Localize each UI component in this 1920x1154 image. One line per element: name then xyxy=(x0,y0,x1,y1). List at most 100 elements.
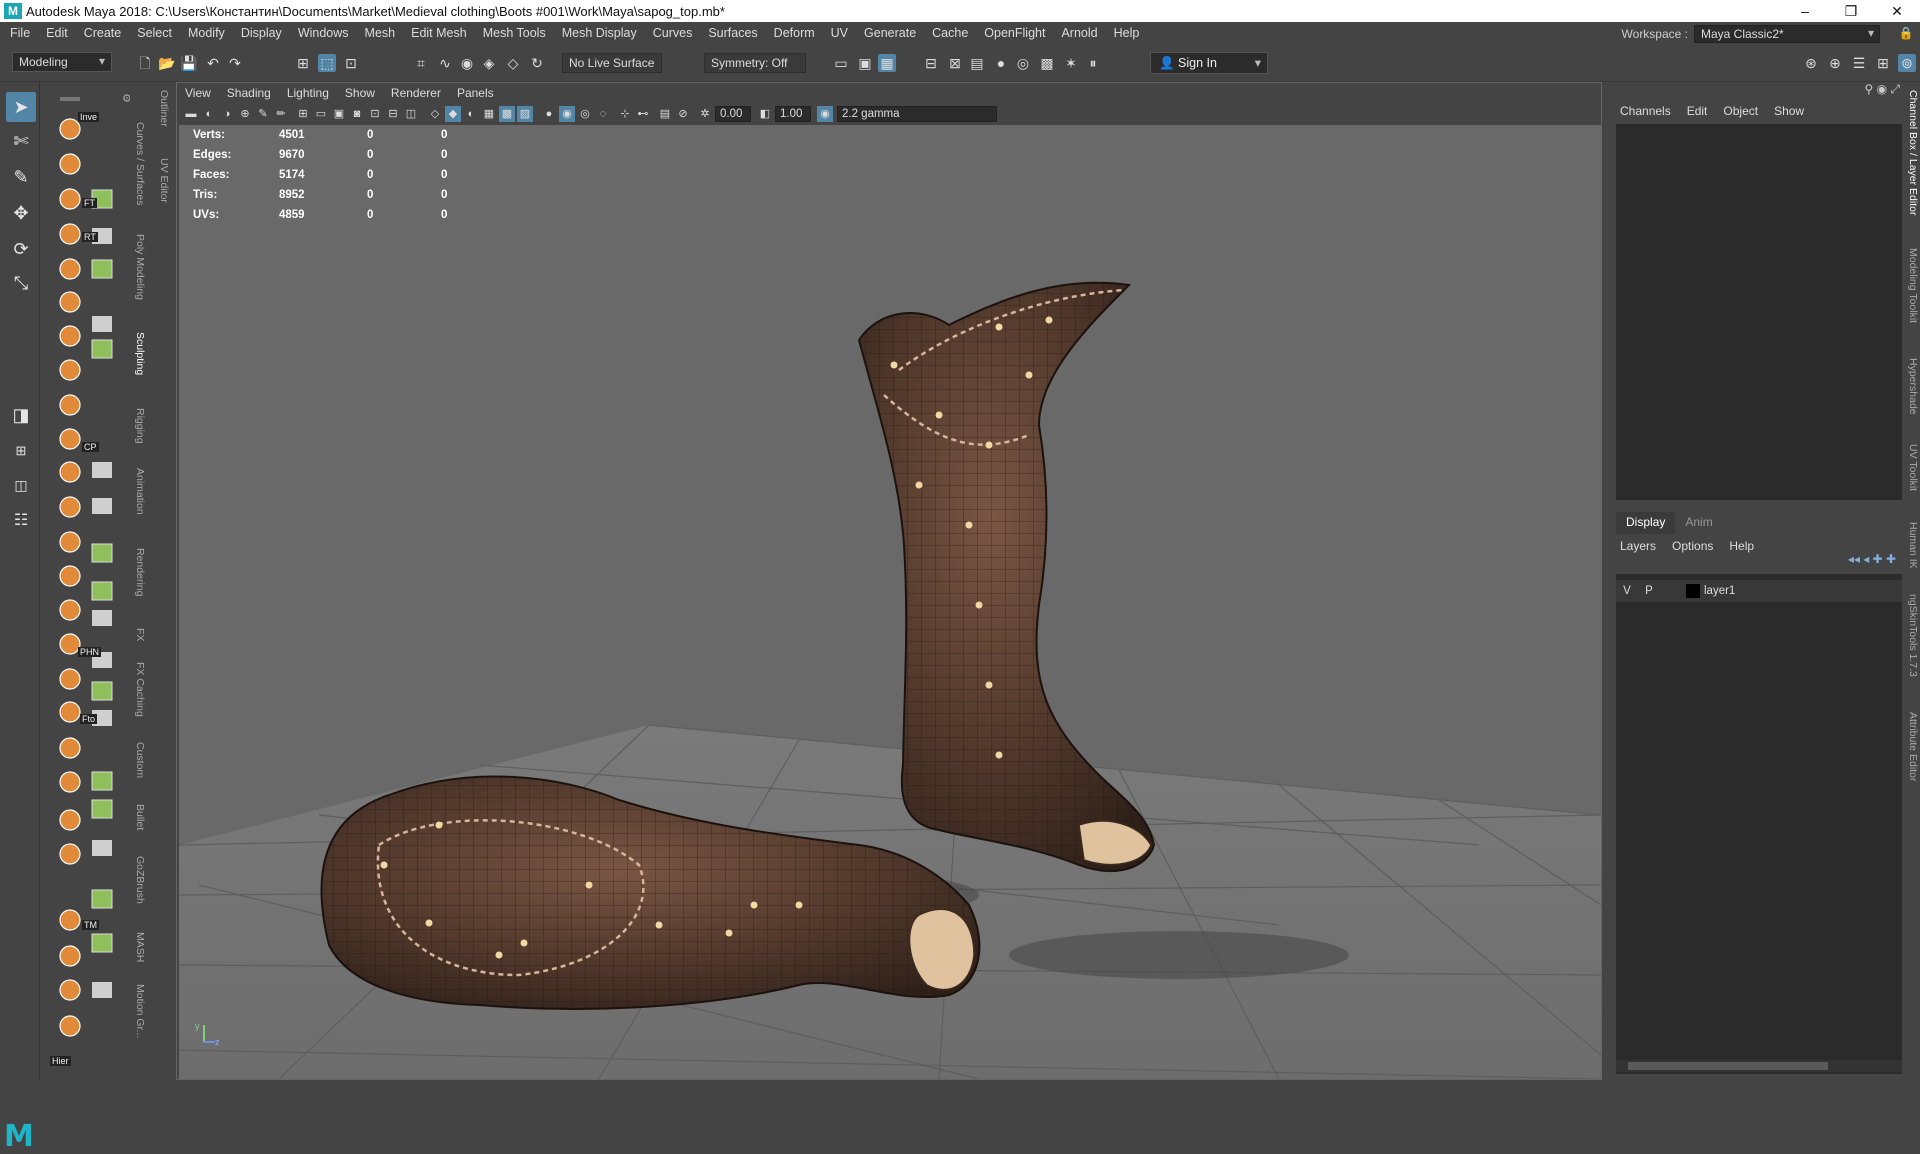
scale-tool-icon[interactable]: ⤡ xyxy=(6,268,36,298)
shelf-tab-gozbrush[interactable]: GoZBrush xyxy=(132,856,146,904)
tab-attribute-editor[interactable]: Attribute Editor xyxy=(1905,712,1919,781)
light-icon[interactable]: ✶ xyxy=(1062,54,1080,72)
redo-icon[interactable]: ↷ xyxy=(226,54,244,72)
layer-visibility-toggle[interactable]: V xyxy=(1616,585,1638,597)
color-management-icon[interactable]: ◉ xyxy=(817,106,833,122)
menu-mesh-display[interactable]: Mesh Display xyxy=(554,26,645,40)
render-current-icon[interactable]: ⊠ xyxy=(946,54,964,72)
gate-mask-icon[interactable]: ◙ xyxy=(349,106,365,122)
channel-box-menu-object[interactable]: Object xyxy=(1715,104,1766,118)
menu-deform[interactable]: Deform xyxy=(766,26,823,40)
tab-outliner[interactable]: Outliner xyxy=(156,90,170,127)
shelf-tab-custom[interactable]: Custom xyxy=(132,742,146,778)
viewport-menu-panels[interactable]: Panels xyxy=(449,86,502,100)
shelf-tab-sculpting[interactable]: Sculpting xyxy=(132,332,146,375)
gamma-icon[interactable]: ◧ xyxy=(757,106,773,122)
smooth-shade-icon[interactable]: ◆ xyxy=(445,106,461,122)
layer-menu-options[interactable]: Options xyxy=(1664,539,1721,553)
ipr-render-icon[interactable]: ▤ xyxy=(968,54,986,72)
default-lighting-icon[interactable]: ◐ xyxy=(463,106,479,122)
2d-pan-zoom-icon[interactable]: ✎ xyxy=(255,106,271,122)
layer-playback-toggle[interactable]: P xyxy=(1638,585,1660,597)
lock-icon[interactable]: 🔒 xyxy=(1898,26,1914,42)
menu-help[interactable]: Help xyxy=(1106,26,1148,40)
menu-set-dropdown[interactable]: Modeling xyxy=(12,52,112,72)
layer-arrange-icons[interactable]: ◂◂ ◂ ✚ ✚ xyxy=(1848,552,1896,566)
move-tool-icon[interactable]: ✥ xyxy=(6,198,36,228)
snap-point-icon[interactable]: ◉ xyxy=(458,54,476,72)
render-settings-icon[interactable]: ▦ xyxy=(878,54,896,72)
arnold-render-icon[interactable]: ◎ xyxy=(1014,54,1032,72)
grease-pencil-icon[interactable]: ✏ xyxy=(273,106,289,122)
safe-title-icon[interactable]: ◫ xyxy=(403,106,419,122)
lasso-tool-icon[interactable]: ✄ xyxy=(6,126,36,156)
construction-history-icon[interactable]: ▭ xyxy=(832,54,850,72)
shelf-tab-fx[interactable]: FX xyxy=(132,628,146,641)
camera-mirror-icon[interactable]: ⊘ xyxy=(675,106,691,122)
shelf-tab-curves-surfaces[interactable]: Curves / Surfaces xyxy=(132,122,146,205)
isolate-select-icon[interactable]: ⊹ xyxy=(617,106,633,122)
viewport-menu-show[interactable]: Show xyxy=(337,86,383,100)
tab-uv-toolkit[interactable]: UV Toolkit xyxy=(1905,444,1919,491)
menu-modify[interactable]: Modify xyxy=(180,26,233,40)
layer-name[interactable]: layer1 xyxy=(1704,585,1735,597)
select-component-icon[interactable]: ⊡ xyxy=(342,54,360,72)
snap-grid-icon[interactable]: ⌗ xyxy=(412,54,430,72)
select-hierarchy-icon[interactable]: ⊞ xyxy=(294,54,312,72)
channel-box-menu-show[interactable]: Show xyxy=(1766,104,1812,118)
hypershade-icon[interactable]: ● xyxy=(992,54,1010,72)
menu-display[interactable]: Display xyxy=(233,26,290,40)
tool-settings-icon[interactable]: ☰ xyxy=(1850,54,1868,72)
layer-menu-layers[interactable]: Layers xyxy=(1612,539,1664,553)
viewport-menu-view[interactable]: View xyxy=(177,86,219,100)
pause-icon[interactable]: ⏸ xyxy=(1084,54,1102,72)
layer-scrollbar[interactable] xyxy=(1616,1060,1902,1072)
symmetry-dropdown[interactable]: Symmetry: Off xyxy=(704,53,806,73)
channel-box-body[interactable] xyxy=(1616,124,1902,500)
xray-joints-icon[interactable]: ⊷ xyxy=(635,106,651,122)
tab-uv-editor[interactable]: UV Editor xyxy=(156,158,170,203)
two-view-layout-icon[interactable]: ◫ xyxy=(6,470,36,500)
layer-menu-help[interactable]: Help xyxy=(1721,539,1762,553)
snap-surface-icon[interactable]: ◇ xyxy=(504,54,522,72)
workspace-dropdown[interactable]: Maya Classic2* xyxy=(1694,25,1880,43)
menu-select[interactable]: Select xyxy=(129,26,180,40)
menu-uv[interactable]: UV xyxy=(823,26,856,40)
tab-channel-box-layer-editor[interactable]: Channel Box / Layer Editor xyxy=(1905,90,1919,216)
paint-select-icon[interactable]: ✎ xyxy=(6,162,36,192)
view-transform-dropdown[interactable]: 2.2 gamma xyxy=(837,106,997,122)
snap-curve-icon[interactable]: ∿ xyxy=(436,54,454,72)
shelf-tab-fx-caching[interactable]: FX Caching xyxy=(132,662,146,717)
menu-curves[interactable]: Curves xyxy=(645,26,701,40)
resolution-gate-icon[interactable]: ▣ xyxy=(331,106,347,122)
minimize-button[interactable]: – xyxy=(1782,0,1828,22)
attribute-editor-icon[interactable]: ⊕ xyxy=(1826,54,1844,72)
menu-edit[interactable]: Edit xyxy=(38,26,76,40)
film-gate-icon[interactable]: ▭ xyxy=(313,106,329,122)
textured-icon[interactable]: ▦ xyxy=(481,106,497,122)
rotate-tool-icon[interactable]: ⟳ xyxy=(6,234,36,264)
shelf-tab-mash[interactable]: MASH xyxy=(132,932,146,962)
menu-mesh-tools[interactable]: Mesh Tools xyxy=(475,26,554,40)
shelf-tab-bullet[interactable]: Bullet xyxy=(132,804,146,830)
viewport-menu-renderer[interactable]: Renderer xyxy=(383,86,449,100)
modeling-toolkit-icon[interactable]: ⊛ xyxy=(1802,54,1820,72)
single-perspective-layout-icon[interactable]: ◨ xyxy=(6,400,36,430)
snap-history-icon[interactable]: ↻ xyxy=(528,54,546,72)
grid-icon[interactable]: ⊞ xyxy=(295,106,311,122)
snap-view-icon[interactable]: ◈ xyxy=(480,54,498,72)
shelf-tab-motion-graphics[interactable]: Motion Gr... xyxy=(132,984,146,1038)
live-surface-field[interactable]: No Live Surface xyxy=(562,53,662,73)
outliner-layout-icon[interactable]: ☷ xyxy=(6,506,36,536)
shelf-tab-rigging[interactable]: Rigging xyxy=(132,408,146,444)
tab-display[interactable]: Display xyxy=(1616,512,1676,534)
four-view-layout-icon[interactable]: ⊞ xyxy=(6,436,36,466)
menu-file[interactable]: File xyxy=(0,26,38,40)
layer-row[interactable]: V P layer1 xyxy=(1616,580,1902,602)
close-button[interactable]: ✕ xyxy=(1874,0,1920,22)
menu-mesh[interactable]: Mesh xyxy=(357,26,404,40)
open-scene-icon[interactable]: 📂 xyxy=(158,54,176,72)
menu-generate[interactable]: Generate xyxy=(856,26,924,40)
menu-surfaces[interactable]: Surfaces xyxy=(700,26,765,40)
3d-viewport[interactable]: Verts: 4501 0 0 Edges: 9670 0 0 Faces: 5174 0 0 T… xyxy=(179,125,1601,1079)
